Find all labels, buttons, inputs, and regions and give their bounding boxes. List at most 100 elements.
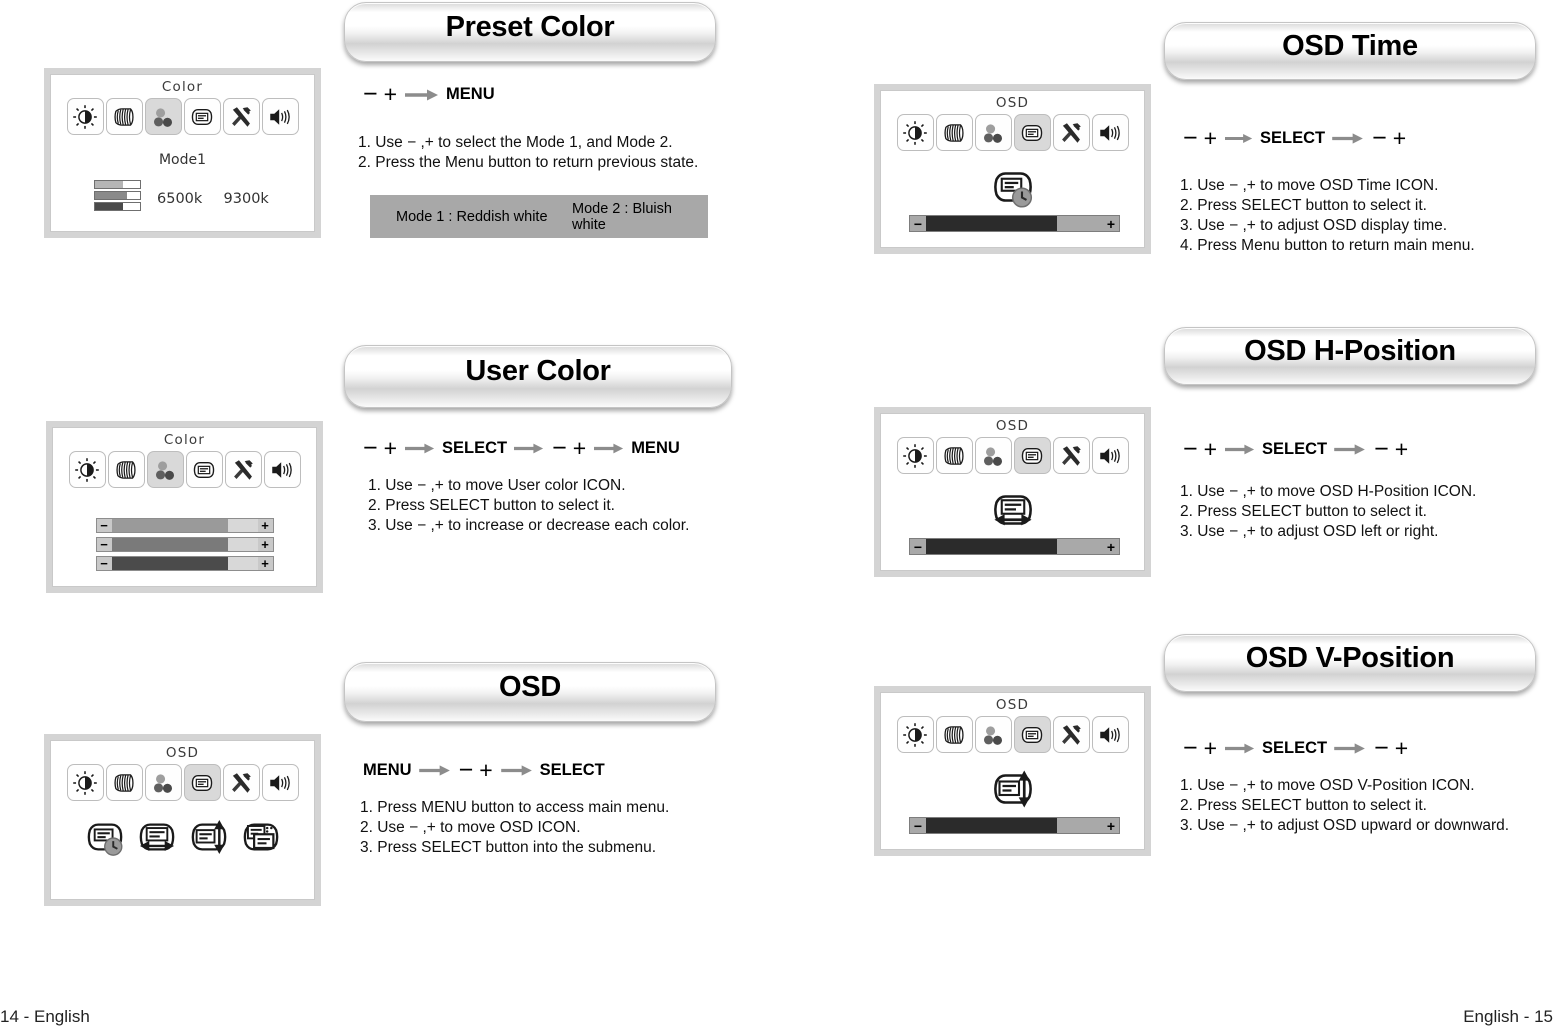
slider-plus-icon[interactable]: +	[258, 557, 273, 570]
icon-cell-osd[interactable]	[183, 98, 221, 135]
bar-plus-icon[interactable]: +	[1103, 539, 1119, 555]
select-button-label[interactable]: SELECT	[538, 761, 607, 780]
sub-icon-osd-h-position[interactable]	[135, 815, 179, 864]
icon-cell-brightness[interactable]	[66, 764, 104, 801]
icon-cell-geometry[interactable]	[935, 716, 973, 753]
plus-icon[interactable]: +	[1201, 438, 1220, 461]
slider-minus-icon[interactable]: −	[97, 538, 112, 551]
slider-minus-icon[interactable]: −	[97, 519, 112, 532]
menu-button-label[interactable]: MENU	[361, 761, 414, 780]
osd-h-position-bar[interactable]: − +	[909, 538, 1120, 555]
minus-icon[interactable]: −	[456, 758, 477, 783]
icon-cell-geometry[interactable]	[935, 437, 973, 474]
plus-icon[interactable]: +	[476, 759, 495, 782]
icon-cell-geometry[interactable]	[105, 764, 143, 801]
osd-v-position-bar[interactable]: − +	[909, 817, 1120, 834]
icon-cell-tools[interactable]	[222, 764, 260, 801]
kelvin-9300k[interactable]: 9300k	[224, 191, 269, 207]
osd-icon-row	[881, 114, 1144, 151]
icon-cell-brightness[interactable]	[896, 716, 934, 753]
icon-cell-brightness[interactable]	[66, 98, 104, 135]
icon-cell-tools[interactable]	[1052, 716, 1090, 753]
plus-icon[interactable]: +	[1201, 737, 1220, 760]
icon-cell-tools[interactable]	[222, 98, 260, 135]
plus-icon[interactable]: +	[1201, 127, 1220, 150]
icon-cell-osd[interactable]	[1013, 114, 1051, 151]
step-item: 3. Use − ,+ to adjust OSD display time.	[1180, 217, 1448, 234]
icon-cell-brightness[interactable]	[68, 451, 106, 488]
icon-cell-geometry[interactable]	[105, 98, 143, 135]
icon-cell-color[interactable]	[144, 764, 182, 801]
menu-button-label[interactable]: MENU	[629, 439, 682, 458]
icon-cell-geometry[interactable]	[107, 451, 145, 488]
osd-time-icon[interactable]	[989, 163, 1037, 211]
bar-plus-icon[interactable]: +	[1103, 818, 1119, 834]
osd-h-position-icon[interactable]	[989, 486, 1037, 534]
slider-plus-icon[interactable]: +	[258, 538, 273, 551]
user-color-slider-b[interactable]: − +	[95, 556, 274, 571]
icon-cell-tools[interactable]	[224, 451, 262, 488]
select-button-label[interactable]: SELECT	[1258, 129, 1327, 148]
slider-plus-icon[interactable]: +	[258, 519, 273, 532]
select-button-label[interactable]: SELECT	[1260, 440, 1329, 459]
icon-cell-color[interactable]	[974, 114, 1012, 151]
menu-button-label[interactable]: MENU	[444, 85, 497, 104]
icon-cell-geometry[interactable]	[935, 114, 973, 151]
icon-cell-color[interactable]	[974, 437, 1012, 474]
bar-minus-icon[interactable]: −	[910, 539, 926, 555]
icon-cell-tools[interactable]	[1052, 114, 1090, 151]
bar-plus-icon[interactable]: +	[1103, 216, 1119, 232]
select-button-label[interactable]: SELECT	[440, 439, 509, 458]
plus-icon[interactable]: +	[381, 83, 400, 106]
icon-cell-osd[interactable]	[185, 451, 223, 488]
plus-icon[interactable]: +	[1390, 127, 1409, 150]
osd-v-position-icon[interactable]	[989, 765, 1037, 813]
icon-cell-osd[interactable]	[1013, 716, 1051, 753]
select-button-label[interactable]: SELECT	[1260, 739, 1329, 758]
user-color-slider-r[interactable]: − +	[95, 518, 274, 533]
icon-cell-color[interactable]	[146, 451, 184, 488]
icon-cell-audio[interactable]	[261, 98, 299, 135]
plus-icon[interactable]: +	[570, 437, 589, 460]
icon-cell-color[interactable]	[974, 716, 1012, 753]
osd-time-bar[interactable]: − +	[909, 215, 1120, 232]
icon-cell-osd[interactable]	[183, 764, 221, 801]
slider-minus-icon[interactable]: −	[97, 557, 112, 570]
plus-icon[interactable]: +	[1392, 737, 1411, 760]
minus-icon[interactable]: −	[1371, 437, 1392, 462]
icon-cell-brightness[interactable]	[896, 437, 934, 474]
mini-bar[interactable]	[94, 202, 141, 211]
icon-cell-audio[interactable]	[1091, 437, 1129, 474]
icon-cell-osd[interactable]	[1013, 437, 1051, 474]
kelvin-6500k[interactable]: 6500k	[157, 191, 202, 207]
icon-cell-audio[interactable]	[261, 764, 299, 801]
bar-minus-icon[interactable]: −	[910, 216, 926, 232]
plus-icon[interactable]: +	[1392, 438, 1411, 461]
bar-minus-icon[interactable]: −	[910, 818, 926, 834]
sub-icon-osd-v-position[interactable]	[187, 815, 231, 864]
plus-icon[interactable]: +	[381, 437, 400, 460]
mini-bar[interactable]	[94, 191, 141, 200]
sub-icon-osd-time[interactable]	[83, 815, 127, 864]
sub-icon-osd-reset[interactable]	[239, 815, 283, 864]
audio-icon	[271, 461, 292, 478]
minus-icon[interactable]: −	[1180, 736, 1201, 761]
user-color-title-pill: User Color	[344, 345, 732, 408]
icon-cell-audio[interactable]	[263, 451, 301, 488]
minus-icon[interactable]: −	[1371, 736, 1392, 761]
icon-cell-brightness[interactable]	[896, 114, 934, 151]
minus-icon[interactable]: −	[549, 436, 570, 461]
minus-icon[interactable]: −	[1180, 126, 1201, 151]
minus-icon[interactable]: −	[1369, 126, 1390, 151]
mini-bar[interactable]	[94, 180, 141, 189]
icon-cell-color[interactable]	[144, 98, 182, 135]
minus-icon[interactable]: −	[360, 82, 381, 107]
icon-cell-tools[interactable]	[1052, 437, 1090, 474]
icon-cell-audio[interactable]	[1091, 716, 1129, 753]
minus-icon[interactable]: −	[1180, 437, 1201, 462]
osd-steps: 1. Press MENU button to access main menu…	[360, 798, 669, 858]
osd-h-position-sub-icon-wrap	[881, 486, 1144, 534]
user-color-slider-g[interactable]: − +	[95, 537, 274, 552]
minus-icon[interactable]: −	[360, 436, 381, 461]
icon-cell-audio[interactable]	[1091, 114, 1129, 151]
